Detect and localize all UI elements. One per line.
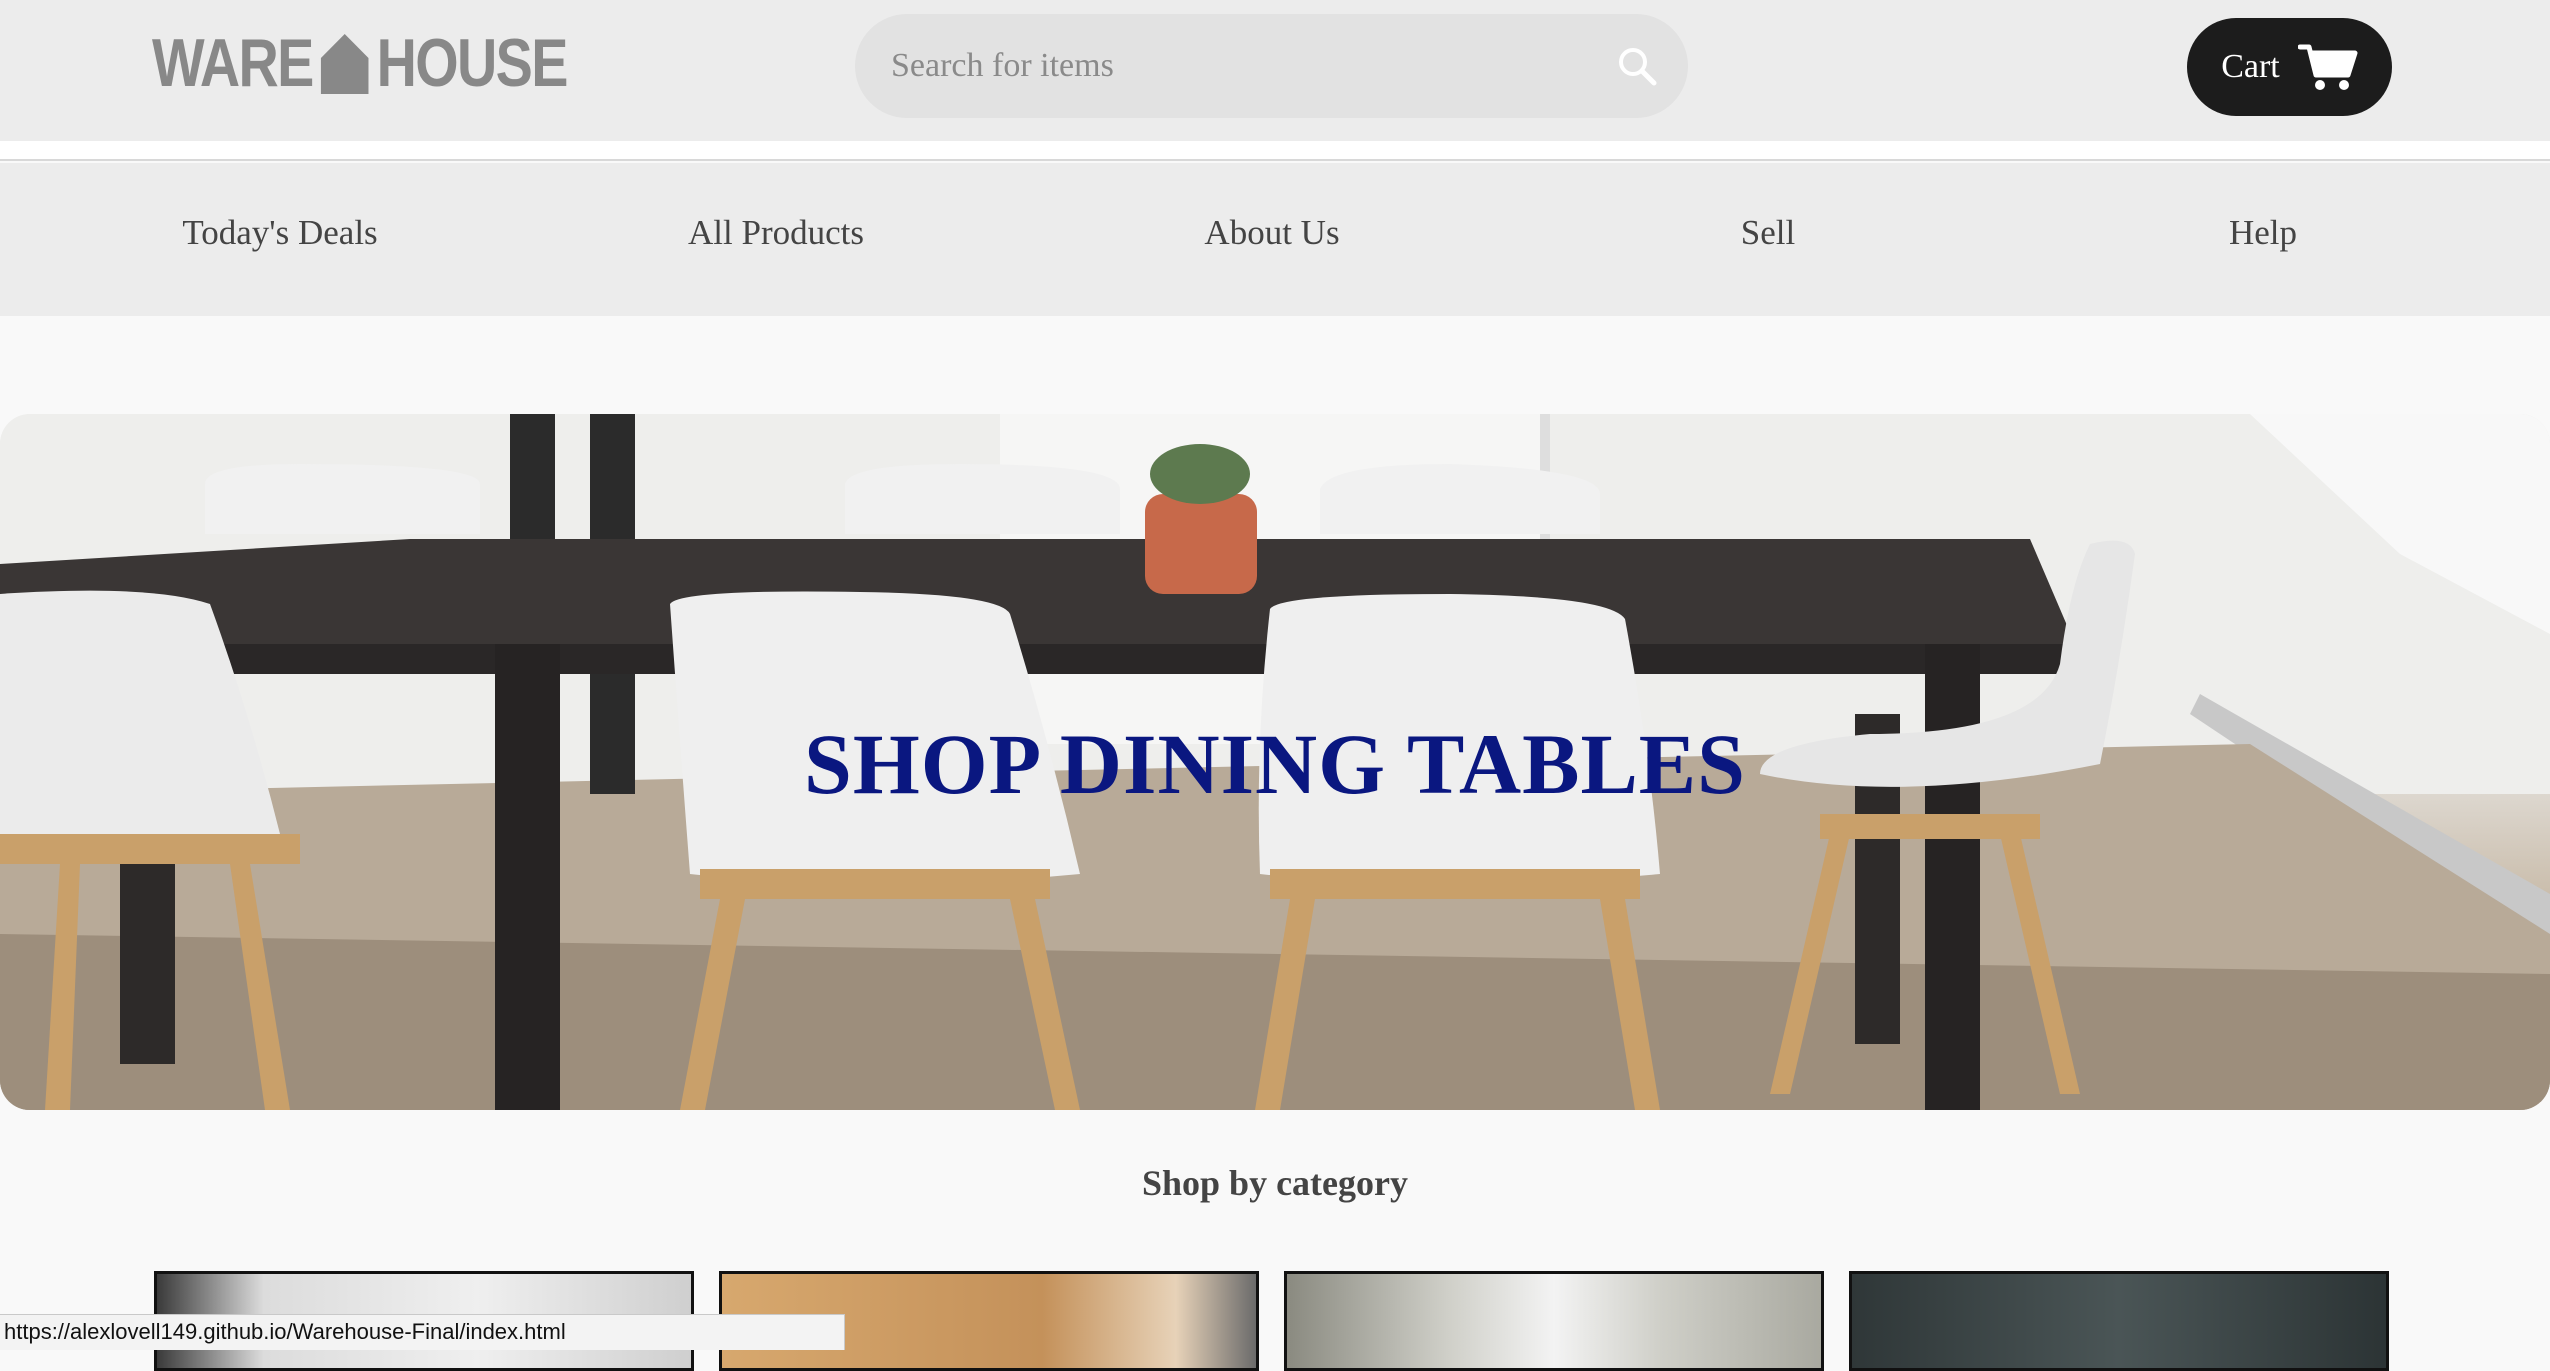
main-nav: Today's Deals All Products About Us Sell… [0,163,2550,316]
hero-banner[interactable]: SHOP DINING TABLES [0,414,2550,1110]
nav-item-all-products[interactable]: All Products [688,213,864,253]
category-heading: Shop by category [1141,1163,1408,1203]
logo-text-left: WARE [152,25,314,101]
category-tile[interactable] [1284,1271,1824,1371]
logo-text-right: HOUSE [376,25,569,101]
site-logo[interactable]: WARE HOUSE [152,25,568,101]
search-icon[interactable] [1616,45,1658,87]
cart-icon [2297,44,2358,90]
header-divider [0,141,2550,161]
hero-title[interactable]: SHOP DINING TABLES [0,714,2550,814]
browser-status-url: https://alexlovell149.github.io/Warehous… [0,1314,845,1350]
nav-item-sell[interactable]: Sell [1741,213,1795,253]
category-tile[interactable] [1849,1271,2389,1371]
search-input[interactable] [889,46,1616,86]
cart-label: Cart [2221,48,2280,85]
nav-item-about-us[interactable]: About Us [1204,213,1339,253]
nav-item-help[interactable]: Help [2229,213,2297,253]
search-bar [855,14,1688,118]
cart-button[interactable]: Cart [2187,18,2392,116]
nav-item-todays-deals[interactable]: Today's Deals [182,213,377,253]
house-icon [320,34,369,94]
site-header: WARE HOUSE Cart [0,0,2550,141]
